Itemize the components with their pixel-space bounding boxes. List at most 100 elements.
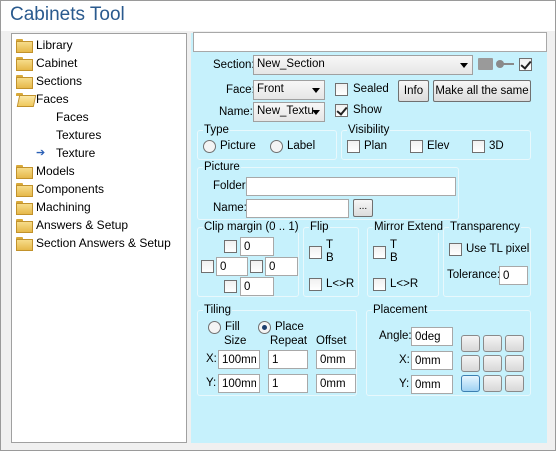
- section-checkbox[interactable]: [519, 58, 532, 71]
- repeat-header: Repeat: [270, 335, 308, 347]
- tiling-x-repeat-input[interactable]: [268, 350, 308, 369]
- clip-margin-title: Clip margin (0 .. 1): [203, 221, 300, 233]
- anchor-middle-right-button[interactable]: [505, 355, 524, 372]
- clip-right-checkbox[interactable]: [250, 260, 263, 273]
- folder-gray-icon[interactable]: [478, 58, 493, 70]
- tree-item-label: Components: [36, 182, 105, 196]
- name-dropdown[interactable]: New_Textu: [253, 102, 325, 122]
- tree-item-label: Faces: [36, 92, 69, 106]
- clip-top-checkbox[interactable]: [224, 240, 237, 253]
- elev-label: Elev: [427, 140, 450, 152]
- tree-item-label: Texture: [56, 146, 96, 160]
- anchor-bottom-center-button[interactable]: [483, 375, 502, 392]
- place-radio[interactable]: [258, 321, 271, 334]
- picture-group: Picture Folder: Name: ...: [197, 161, 459, 220]
- clip-right-input[interactable]: [265, 257, 298, 276]
- tree-item-label: Cabinet: [36, 56, 78, 70]
- navigation-tree[interactable]: Library Cabinet Sections Faces Faces Textures…: [11, 33, 187, 443]
- section-dropdown[interactable]: New_Section: [253, 55, 473, 75]
- anchor-center-button[interactable]: [483, 355, 502, 372]
- clip-left-checkbox[interactable]: [201, 260, 214, 273]
- anchor-top-center-button[interactable]: [483, 335, 502, 352]
- 3d-label: 3D: [489, 140, 504, 152]
- anchor-bottom-right-button[interactable]: [505, 375, 524, 392]
- tree-item-label: Machining: [36, 200, 91, 214]
- tree-item-label: Library: [36, 38, 73, 52]
- sealed-label: Sealed: [353, 83, 389, 95]
- name-field-label: Name:: [213, 202, 247, 214]
- mirror-extend-group: Mirror Extend T B L<>R: [367, 221, 445, 297]
- tree-item-label: Models: [36, 164, 75, 178]
- placement-x-label: X:: [399, 354, 410, 366]
- browse-button[interactable]: ...: [353, 199, 373, 217]
- flip-lr-checkbox[interactable]: [309, 278, 322, 291]
- flip-tb-checkbox[interactable]: [309, 246, 322, 259]
- mirror-b-label: B: [390, 252, 398, 264]
- title-bar: Cabinets Tool: [1, 1, 555, 31]
- placement-x-input[interactable]: [411, 351, 453, 370]
- tiling-y-label: Y:: [206, 377, 217, 389]
- anchor-top-left-button[interactable]: [461, 335, 480, 352]
- mirror-t-label: T: [390, 239, 398, 251]
- fill-radio[interactable]: [208, 321, 221, 334]
- picture-radio[interactable]: [203, 140, 216, 153]
- placement-group: Placement Angle: X: Y:: [366, 304, 531, 396]
- clip-bottom-input[interactable]: [240, 277, 274, 296]
- tolerance-input[interactable]: [499, 266, 528, 285]
- folder-icon: [16, 57, 33, 71]
- texture-panel: Section: New_Section Face: Front Sealed …: [191, 32, 547, 443]
- tiling-y-size-input[interactable]: [218, 374, 260, 393]
- arrow-right-icon: ➔: [36, 147, 46, 159]
- anchor-top-right-button[interactable]: [505, 335, 524, 352]
- flip-b-label: B: [326, 252, 334, 264]
- tiling-x-offset-input[interactable]: [316, 350, 356, 369]
- clip-left-input[interactable]: [216, 257, 248, 276]
- key-icon[interactable]: [496, 60, 514, 68]
- type-title: Type: [203, 124, 230, 136]
- folder-input[interactable]: [246, 177, 456, 196]
- name-label: Name:: [219, 106, 253, 118]
- clip-bottom-checkbox[interactable]: [224, 280, 237, 293]
- tree-item-label: Textures: [56, 128, 102, 142]
- folder-icon: [16, 237, 33, 251]
- folder-icon: [16, 39, 33, 53]
- picture-title: Picture: [203, 161, 241, 173]
- anchor-bottom-left-button[interactable]: [461, 375, 480, 392]
- top-text-input[interactable]: [193, 32, 547, 52]
- transparency-title: Transparency: [449, 221, 521, 233]
- tiling-y-repeat-input[interactable]: [268, 374, 308, 393]
- info-button[interactable]: Info: [398, 80, 429, 102]
- section-label: Section:: [213, 59, 255, 71]
- clip-margin-group: Clip margin (0 .. 1): [197, 221, 300, 297]
- mirror-tb-checkbox[interactable]: [373, 246, 386, 259]
- sealed-checkbox[interactable]: [335, 83, 348, 96]
- angle-input[interactable]: [411, 327, 453, 346]
- folder-icon: [16, 165, 33, 179]
- picture-name-input[interactable]: [246, 199, 349, 218]
- 3d-checkbox[interactable]: [472, 140, 485, 153]
- elev-checkbox[interactable]: [410, 140, 423, 153]
- visibility-title: Visibility: [347, 124, 391, 136]
- tiling-y-offset-input[interactable]: [316, 374, 356, 393]
- anchor-middle-left-button[interactable]: [461, 355, 480, 372]
- label-radio-label: Label: [287, 140, 316, 152]
- placement-y-input[interactable]: [411, 375, 453, 394]
- plan-checkbox[interactable]: [347, 140, 360, 153]
- use-tl-pixel-checkbox[interactable]: [449, 243, 462, 256]
- label-radio[interactable]: [270, 140, 283, 153]
- folder-icon: [16, 183, 33, 197]
- folder-icon: [16, 201, 33, 215]
- show-checkbox[interactable]: [335, 104, 348, 117]
- make-all-same-button[interactable]: Make all the same: [433, 80, 531, 102]
- mirror-lr-checkbox[interactable]: [373, 278, 386, 291]
- flip-lr-label: L<>R: [326, 278, 355, 290]
- picture-radio-label: Picture: [220, 140, 256, 152]
- window-title: Cabinets Tool: [10, 4, 125, 25]
- tiling-x-size-input[interactable]: [218, 350, 260, 369]
- clip-top-input[interactable]: [240, 237, 274, 256]
- cabinets-tool-window: Cabinets Tool Library Cabinet Sections Face…: [0, 0, 556, 451]
- tree-item-label: Section Answers & Setup: [36, 236, 171, 250]
- use-tl-pixel-label: Use TL pixel: [466, 243, 530, 255]
- placement-title: Placement: [372, 304, 429, 316]
- face-dropdown[interactable]: Front: [253, 80, 325, 100]
